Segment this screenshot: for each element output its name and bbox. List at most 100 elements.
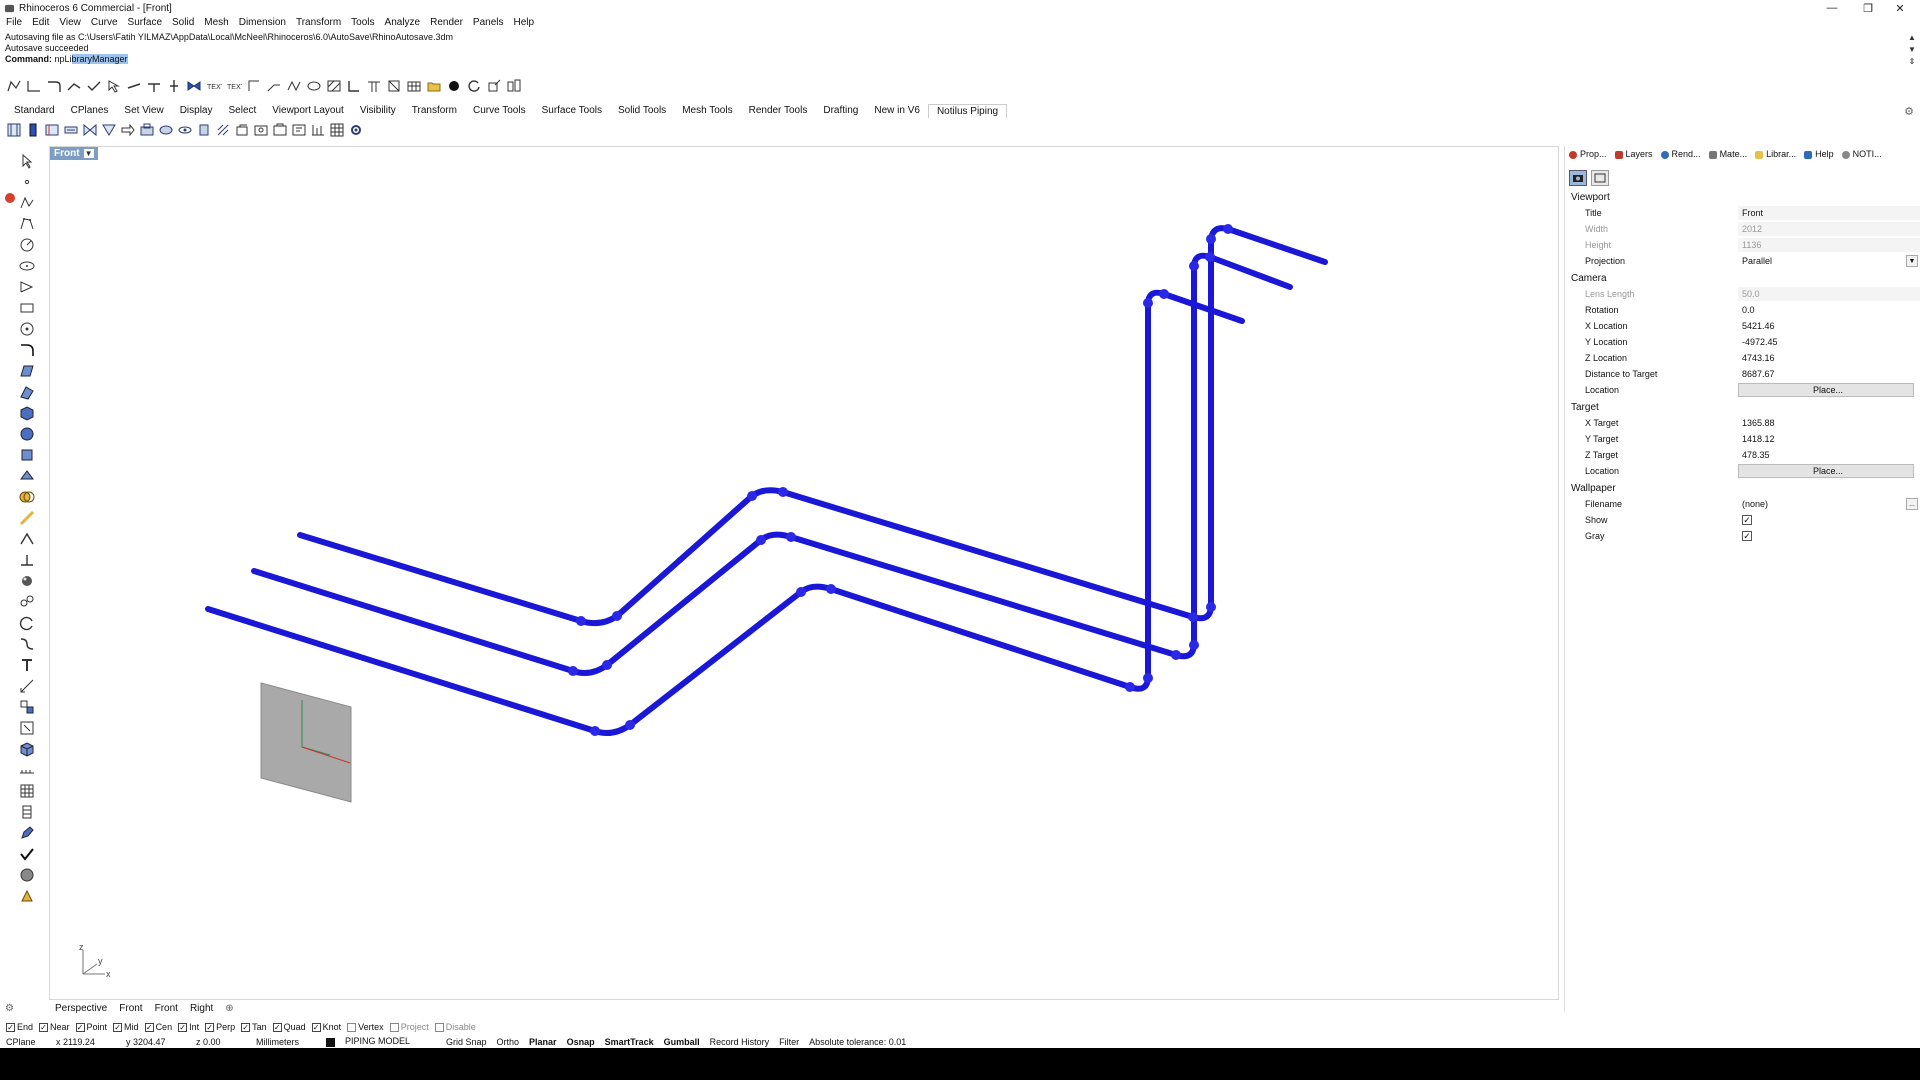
property-value-z-target[interactable]: 478.35 xyxy=(1738,448,1920,462)
tab-mesh-tools[interactable]: Mesh Tools xyxy=(674,104,740,118)
grid-block-icon[interactable] xyxy=(406,78,422,94)
chevron-down-icon[interactable]: ▼ xyxy=(1906,255,1918,267)
osnap-checkbox[interactable]: ✓ xyxy=(6,1022,15,1032)
bracket-icon[interactable] xyxy=(346,78,362,94)
analyze-tool-icon[interactable] xyxy=(18,509,36,527)
viewport-tab-front-2[interactable]: Front xyxy=(149,1003,184,1014)
menu-render[interactable]: Render xyxy=(430,17,463,31)
fillet-curve-icon[interactable] xyxy=(18,341,36,359)
pipe-run-2[interactable] xyxy=(251,252,1293,676)
point-icon[interactable] xyxy=(18,173,36,191)
projection-select[interactable]: Parallel ▼ xyxy=(1738,254,1920,268)
camera-place-button[interactable]: Place... xyxy=(1738,383,1914,397)
material-tool-icon[interactable] xyxy=(18,866,36,884)
viewport-tab-front[interactable]: Front xyxy=(113,1003,148,1014)
viewport-tab-right[interactable]: Right xyxy=(184,1003,219,1014)
osnap-checkbox[interactable]: ✓ xyxy=(144,1022,154,1032)
panel-tab-properties[interactable]: Prop... xyxy=(1569,149,1607,159)
osnap-checkbox[interactable]: ✓ xyxy=(241,1022,251,1032)
cylinder-icon[interactable] xyxy=(196,122,212,138)
osnap-checkbox[interactable] xyxy=(389,1022,399,1032)
polyline-icon[interactable] xyxy=(6,78,22,94)
label-icon[interactable] xyxy=(291,122,307,138)
tab-viewport-layout[interactable]: Viewport Layout xyxy=(264,104,352,118)
pipe-schedule-icon[interactable] xyxy=(6,122,22,138)
bom-icon[interactable] xyxy=(310,122,326,138)
ruler-tool-icon[interactable] xyxy=(18,761,36,779)
tab-drafting[interactable]: Drafting xyxy=(815,104,866,118)
component-icon[interactable] xyxy=(386,78,402,94)
pipe-arrow-icon[interactable] xyxy=(120,122,136,138)
layout-tool-icon[interactable] xyxy=(18,719,36,737)
leader-icon[interactable] xyxy=(266,78,282,94)
property-value-rotation[interactable]: 0.0 xyxy=(1738,303,1920,317)
transform-tool-icon[interactable] xyxy=(18,530,36,548)
pipe-run-1[interactable] xyxy=(297,225,1328,627)
osnap-near[interactable]: ✓ Near xyxy=(39,1022,70,1032)
property-value-y-location[interactable]: -4972.45 xyxy=(1738,335,1920,349)
edit-tool-icon[interactable] xyxy=(18,824,36,842)
property-value-distance-to-target[interactable]: 8687.67 xyxy=(1738,367,1920,381)
property-value-title[interactable]: Front xyxy=(1738,206,1920,220)
boolean-tool-icon[interactable] xyxy=(18,488,36,506)
pipe-valve-icon[interactable] xyxy=(82,122,98,138)
drawing-icon[interactable] xyxy=(253,122,269,138)
grid-tool-icon[interactable] xyxy=(18,782,36,800)
tab-notilus-piping[interactable]: Notilus Piping xyxy=(927,104,1008,118)
solid-tool-icon[interactable] xyxy=(18,740,36,758)
text-tag-icon[interactable]: TEXT xyxy=(226,78,246,94)
group-tool-icon[interactable] xyxy=(18,593,36,611)
sphere-tool-icon[interactable] xyxy=(18,425,36,443)
add-viewport-tab-plus-icon[interactable]: ⊕ xyxy=(219,1003,239,1014)
osnap-cen[interactable]: ✓ Cen xyxy=(144,1022,172,1032)
reducer-icon[interactable] xyxy=(126,78,142,94)
gumball-toggle[interactable]: Gumball xyxy=(664,1037,700,1047)
tab-standard[interactable]: Standard xyxy=(6,104,63,118)
table-icon[interactable] xyxy=(329,122,345,138)
smarttrack-toggle[interactable]: SmartTrack xyxy=(605,1037,654,1047)
select-arrow-icon[interactable] xyxy=(18,152,36,170)
menu-analyze[interactable]: Analyze xyxy=(385,17,421,31)
tab-new-in-v6[interactable]: New in V6 xyxy=(866,104,928,118)
pipe-route-icon[interactable] xyxy=(86,78,102,94)
tab-set-view[interactable]: Set View xyxy=(116,104,171,118)
tab-cplanes[interactable]: CPlanes xyxy=(63,104,117,118)
menu-view[interactable]: View xyxy=(59,17,81,31)
osnap-disable[interactable]: Disable xyxy=(434,1022,476,1032)
tab-solid-tools[interactable]: Solid Tools xyxy=(610,104,674,118)
command-prompt[interactable]: Command: npLibraryManager xyxy=(5,54,1905,65)
menu-tools[interactable]: Tools xyxy=(351,17,374,31)
menu-solid[interactable]: Solid xyxy=(172,17,194,31)
stack-tool-icon[interactable] xyxy=(18,803,36,821)
extrude-tool-icon[interactable] xyxy=(18,383,36,401)
menu-help[interactable]: Help xyxy=(514,17,535,31)
pipe-run-3[interactable] xyxy=(205,289,1245,736)
mesh-tool-icon[interactable] xyxy=(18,467,36,485)
planar-toggle[interactable]: Planar xyxy=(529,1037,557,1047)
tab-display[interactable]: Display xyxy=(172,104,221,118)
viewport-menu-chevron-down-icon[interactable]: ▼ xyxy=(83,149,94,158)
osnap-checkbox[interactable]: ✓ xyxy=(272,1022,282,1032)
tank-icon[interactable] xyxy=(158,122,174,138)
viewport-page-icon[interactable] xyxy=(1591,170,1609,186)
rotate-tool-icon[interactable] xyxy=(18,614,36,632)
osnap-int[interactable]: ✓ Int xyxy=(178,1022,199,1032)
osnap-quad[interactable]: ✓ Quad xyxy=(272,1022,306,1032)
osnap-tan[interactable]: ✓ Tan xyxy=(241,1022,267,1032)
render-tool-icon[interactable] xyxy=(18,572,36,590)
nozzle-icon[interactable] xyxy=(177,122,193,138)
minimize-button[interactable]: — xyxy=(1812,0,1852,16)
wallpaper-show-checkbox[interactable]: ✓ xyxy=(1742,515,1752,525)
wallpaper-filename-field[interactable]: (none)... xyxy=(1738,497,1920,511)
report-icon[interactable] xyxy=(272,122,288,138)
filter-toggle[interactable]: Filter xyxy=(779,1037,799,1047)
osnap-checkbox[interactable] xyxy=(347,1022,357,1032)
osnap-point[interactable]: ✓ Point xyxy=(75,1022,107,1032)
tab-curve-tools[interactable]: Curve Tools xyxy=(465,104,534,118)
dimension-icon[interactable] xyxy=(246,78,262,94)
menu-dimension[interactable]: Dimension xyxy=(239,17,286,31)
osnap-project[interactable]: Project xyxy=(389,1022,429,1032)
ellipse-tool-icon[interactable] xyxy=(18,257,36,275)
circle-tool-icon[interactable] xyxy=(18,236,36,254)
panel-tab-help[interactable]: Help xyxy=(1804,149,1834,159)
